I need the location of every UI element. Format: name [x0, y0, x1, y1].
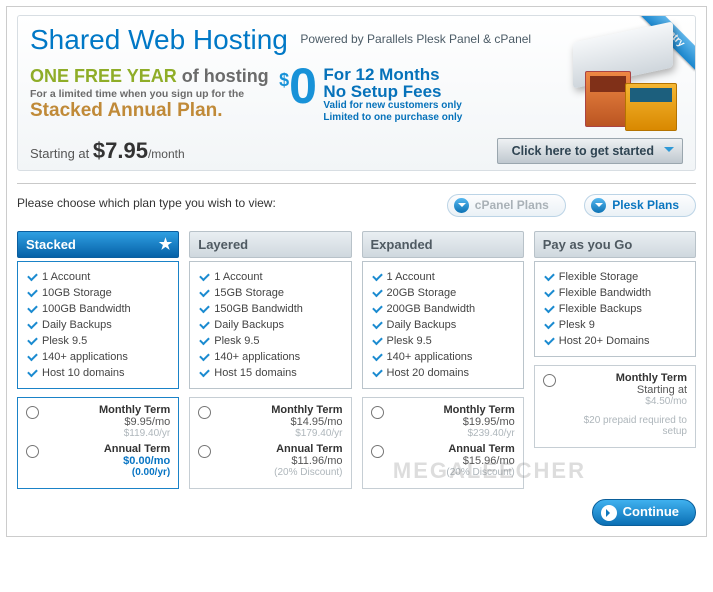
continue-button[interactable]: Continue [592, 499, 696, 526]
plan-terms: Monthly Term$9.95/mo$119.40/yr Annual Ter… [17, 397, 179, 489]
plan-features: 1 Account15GB Storage150GB BandwidthDail… [189, 261, 351, 389]
term-label: Annual Term [47, 443, 170, 455]
term-radio[interactable] [371, 406, 384, 419]
promo-plan: Stacked Annual Plan. [30, 100, 269, 122]
term-price: $9.95/mo [47, 416, 170, 428]
chevron-down-icon [591, 198, 606, 213]
term-label: Monthly Term [392, 404, 515, 416]
plan-terms: Monthly Term$19.95/mo$239.40/yr Annual Te… [362, 397, 524, 489]
term-extra: $20 prepaid required to setup [564, 415, 687, 437]
term-label: Monthly Term [47, 404, 170, 416]
arrow-right-icon [601, 505, 617, 521]
zero-price: 0 [289, 66, 313, 106]
plan-features: 1 Account10GB Storage100GB BandwidthDail… [17, 261, 179, 389]
choose-label: Please choose which plan type you wish t… [17, 196, 276, 210]
term-price: $15.96/mo [392, 455, 515, 467]
feature-item: 100GB Bandwidth [26, 301, 170, 317]
term-price: $0.00/mo [47, 455, 170, 467]
plan-header: Stacked★ [17, 231, 179, 258]
feature-item: 20GB Storage [371, 285, 515, 301]
term-label: Annual Term [219, 443, 342, 455]
feature-item: Host 20 domains [371, 365, 515, 381]
feature-item: 1 Account [371, 269, 515, 285]
term-label: Monthly Term [564, 372, 687, 384]
feature-item: 140+ applications [371, 349, 515, 365]
term-price: $11.96/mo [219, 455, 342, 467]
feature-item: Flexible Storage [543, 269, 687, 285]
feature-item: 140+ applications [198, 349, 342, 365]
promo-highlight: ONE FREE YEAR [30, 66, 177, 86]
term-radio[interactable] [543, 374, 556, 387]
feature-item: Flexible Backups [543, 301, 687, 317]
plan-features: Flexible StorageFlexible BandwidthFlexib… [534, 261, 696, 357]
get-started-button[interactable]: Click here to get started [497, 138, 683, 164]
plan-features: 1 Account20GB Storage200GB BandwidthDail… [362, 261, 524, 389]
starting-price: Starting at $7.95/month [30, 146, 185, 161]
term-price: $14.95/mo [219, 416, 342, 428]
term-radio[interactable] [198, 445, 211, 458]
feature-item: Plesk 9 [543, 317, 687, 333]
feature-item: 200GB Bandwidth [371, 301, 515, 317]
plan-expanded: Expanded 1 Account20GB Storage200GB Bandw… [362, 231, 524, 489]
feature-item: 1 Account [26, 269, 170, 285]
term-radio[interactable] [26, 406, 39, 419]
hero: Entry Shared Web Hosting Powered by Para… [17, 15, 696, 171]
term-label: Annual Term [392, 443, 515, 455]
feature-item: 140+ applications [26, 349, 170, 365]
term-radio[interactable] [371, 445, 384, 458]
term-alt: $4.50/mo [564, 396, 687, 407]
feature-item: Daily Backups [26, 317, 170, 333]
divider [17, 183, 696, 184]
plan-header: Pay as you Go [534, 231, 696, 258]
feature-item: Daily Backups [198, 317, 342, 333]
feature-item: Flexible Bandwidth [543, 285, 687, 301]
plan-header: Layered [189, 231, 351, 258]
page-subtitle: Powered by Parallels Plesk Panel & cPane… [300, 32, 531, 46]
page-title: Shared Web Hosting [30, 24, 288, 55]
feature-item: Plesk 9.5 [26, 333, 170, 349]
term-radio[interactable] [26, 445, 39, 458]
feature-item: 1 Account [198, 269, 342, 285]
feature-item: Host 15 domains [198, 365, 342, 381]
product-image [565, 26, 685, 131]
term-alt: (20% Discount) [392, 467, 515, 478]
term-alt: (20% Discount) [219, 467, 342, 478]
plan-layered: Layered 1 Account15GB Storage150GB Bandwi… [189, 231, 351, 489]
chevron-down-icon [454, 198, 469, 213]
plan-terms: Monthly Term$14.95/mo$179.40/yr Annual Te… [189, 397, 351, 489]
term-price: Starting at [564, 384, 687, 396]
term-alt: (0.00/yr) [47, 467, 170, 478]
term-alt: $179.40/yr [219, 428, 342, 439]
plan-terms: Monthly TermStarting at$4.50/mo $20 prepa… [534, 365, 696, 448]
feature-item: 15GB Storage [198, 285, 342, 301]
feature-item: 150GB Bandwidth [198, 301, 342, 317]
tab-cpanel[interactable]: cPanel Plans [447, 194, 566, 217]
tab-plesk[interactable]: Plesk Plans [584, 194, 696, 217]
plans-grid: Stacked★1 Account10GB Storage100GB Bandw… [17, 231, 696, 489]
feature-item: Plesk 9.5 [371, 333, 515, 349]
plan-pay-as-you-go: Pay as you GoFlexible StorageFlexible Ba… [534, 231, 696, 489]
star-icon: ★ [159, 235, 172, 253]
plan-stacked: Stacked★ 1 Account10GB Storage100GB Bandw… [17, 231, 179, 489]
plan-header: Expanded [362, 231, 524, 258]
term-radio[interactable] [198, 406, 211, 419]
feature-item: Host 10 domains [26, 365, 170, 381]
feature-item: Host 20+ Domains [543, 333, 687, 349]
term-alt: $239.40/yr [392, 428, 515, 439]
term-alt: $119.40/yr [47, 428, 170, 439]
term-price: $19.95/mo [392, 416, 515, 428]
feature-item: Plesk 9.5 [198, 333, 342, 349]
feature-item: Daily Backups [371, 317, 515, 333]
term-label: Monthly Term [219, 404, 342, 416]
feature-item: 10GB Storage [26, 285, 170, 301]
